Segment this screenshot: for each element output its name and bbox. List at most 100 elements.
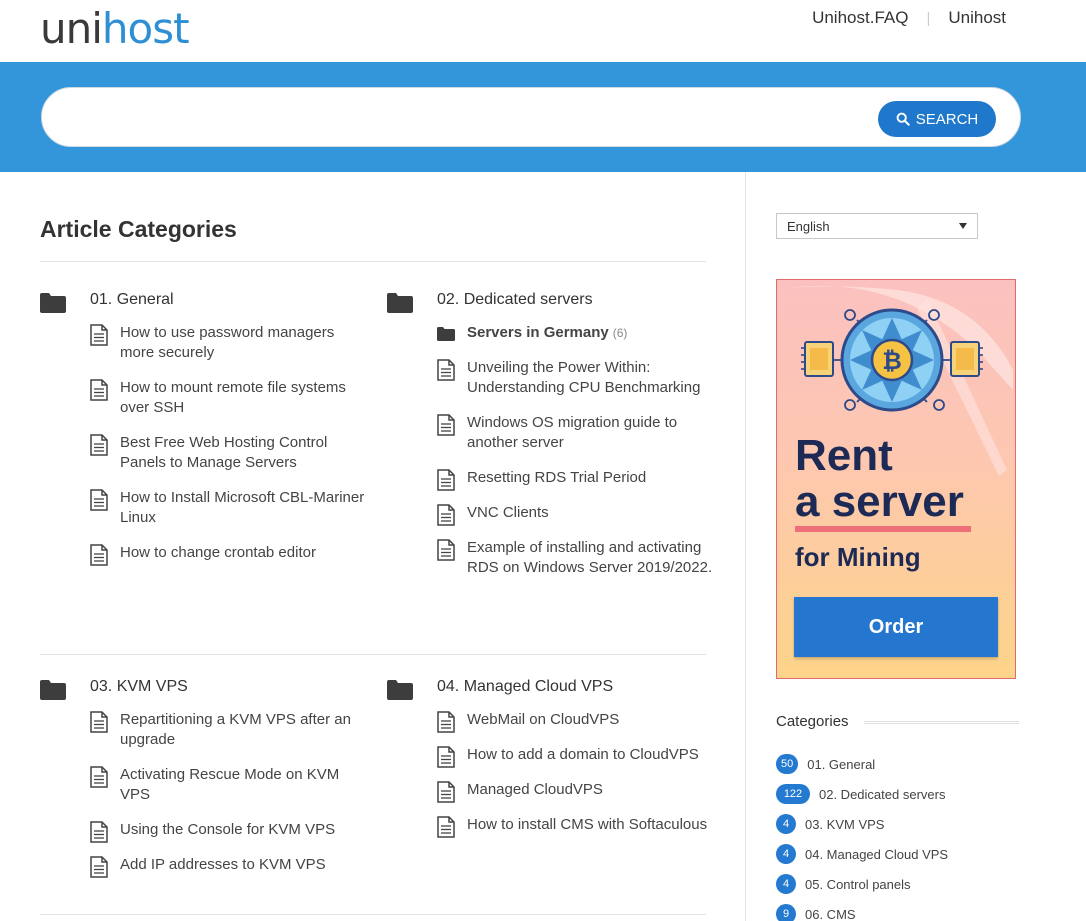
count-badge: 122 (776, 784, 810, 804)
ad-subheadline: for Mining (795, 542, 921, 572)
order-button[interactable]: Order (794, 597, 998, 657)
document-icon (437, 469, 455, 491)
folder-icon (40, 293, 66, 313)
category-title[interactable]: 02. Dedicated servers (437, 291, 593, 309)
article-link[interactable]: Example of installing and activating RDS… (387, 538, 717, 578)
sidebar-category-label: 01. General (807, 756, 876, 772)
document-icon (90, 711, 108, 733)
document-icon (90, 856, 108, 878)
top-header: unihost Unihost.FAQ | Unihost (0, 0, 1086, 62)
unihost-logo[interactable]: unihost (40, 4, 190, 54)
sidebar-category-kvm-vps[interactable]: 4 03. KVM VPS (776, 809, 948, 839)
search-box: SEARCH (41, 87, 1021, 147)
article-title: Unveiling the Power Within: Understandin… (467, 359, 701, 396)
subcategory-title: Servers in Germany (467, 324, 609, 341)
document-icon (437, 711, 455, 733)
category-managed-cloud-vps: 04. Managed Cloud VPS WebMail on CloudVP… (387, 678, 717, 850)
nav-link-faq[interactable]: Unihost.FAQ (812, 8, 908, 28)
bitcoin-miner-icon: ₿ (801, 308, 983, 412)
svg-text:₿: ₿ (882, 347, 902, 375)
sidebar-category-label: 04. Managed Cloud VPS (805, 846, 949, 862)
document-icon (437, 359, 455, 381)
top-nav: Unihost.FAQ | Unihost (812, 8, 1006, 28)
chevron-down-icon (959, 223, 967, 229)
nav-link-unihost[interactable]: Unihost (948, 8, 1006, 28)
subcategory-count: (6) (612, 326, 628, 340)
article-link[interactable]: Activating Rescue Mode on KVM VPS (40, 765, 370, 805)
article-title: How to add a domain to CloudVPS (467, 746, 699, 763)
sidebar-category-label: 05. Control panels (805, 876, 911, 892)
sidebar-category-managed-cloud-vps[interactable]: 4 04. Managed Cloud VPS (776, 839, 948, 869)
sidebar-category-label: 03. KVM VPS (805, 816, 885, 832)
divider (40, 261, 706, 262)
category-kvm-vps: 03. KVM VPS Repartitioning a KVM VPS aft… (40, 678, 370, 890)
document-icon (437, 816, 455, 838)
logo-text-uni: uni (40, 4, 103, 53)
subcategory-link[interactable]: Servers in Germany (6) (387, 323, 717, 343)
count-badge: 4 (776, 844, 796, 864)
categories-heading: Categories (776, 713, 849, 730)
article-title: WebMail on CloudVPS (467, 711, 620, 728)
sidebar-category-cms[interactable]: 9 06. CMS (776, 899, 948, 921)
search-button[interactable]: SEARCH (878, 101, 996, 137)
article-title: Repartitioning a KVM VPS after an upgrad… (120, 711, 351, 748)
document-icon (437, 781, 455, 803)
sidebar-category-dedicated-servers[interactable]: 122 02. Dedicated servers (776, 779, 948, 809)
category-title[interactable]: 04. Managed Cloud VPS (437, 678, 613, 696)
article-link[interactable]: How to install CMS with Softaculous (387, 815, 717, 838)
article-title: Best Free Web Hosting Control Panels to … (120, 434, 328, 471)
article-link[interactable]: VNC Clients (387, 503, 717, 526)
article-link[interactable]: Unveiling the Power Within: Understandin… (387, 358, 717, 398)
article-link[interactable]: How to mount remote file systems over SS… (40, 378, 370, 418)
article-title: How to Install Microsoft CBL-Mariner Lin… (120, 489, 365, 526)
divider (40, 654, 706, 655)
article-link[interactable]: How to use password managers more secure… (40, 323, 370, 363)
logo-text-host: host (101, 4, 190, 53)
article-title: Using the Console for KVM VPS (120, 821, 336, 838)
article-link[interactable]: How to add a domain to CloudVPS (387, 745, 717, 768)
category-title[interactable]: 01. General (90, 291, 174, 309)
search-input[interactable] (66, 102, 866, 134)
document-icon (437, 746, 455, 768)
article-title: How to mount remote file systems over SS… (120, 379, 346, 416)
article-title: How to install CMS with Softaculous (467, 816, 708, 833)
article-title: Example of installing and activating RDS… (467, 539, 713, 576)
language-select-value: English (787, 219, 830, 234)
divider (40, 914, 706, 915)
article-link[interactable]: Windows OS migration guide to another se… (387, 413, 717, 453)
ad-headline-line2: a server (795, 477, 964, 526)
sidebar-category-general[interactable]: 50 01. General (776, 749, 948, 779)
search-button-label: SEARCH (915, 110, 979, 128)
ad-headline-line1: Rent (795, 431, 893, 480)
search-icon (896, 112, 910, 126)
article-title: Activating Rescue Mode on KVM VPS (120, 766, 340, 803)
article-link[interactable]: How to change crontab editor (40, 543, 370, 566)
document-icon (90, 434, 108, 456)
nav-separator: | (926, 9, 931, 27)
article-link[interactable]: WebMail on CloudVPS (387, 710, 717, 733)
folder-icon (40, 680, 66, 700)
folder-icon (387, 680, 413, 700)
article-title: Windows OS migration guide to another se… (467, 414, 678, 451)
article-link[interactable]: Managed CloudVPS (387, 780, 717, 803)
categories-heading-rule (864, 721, 1019, 724)
article-link[interactable]: Using the Console for KVM VPS (40, 820, 370, 843)
sidebar-divider (745, 172, 746, 921)
sidebar-category-control-panels[interactable]: 4 05. Control panels (776, 869, 948, 899)
ad-underline (795, 526, 971, 532)
sidebar-category-label: 02. Dedicated servers (819, 786, 946, 802)
count-badge: 4 (776, 874, 796, 894)
document-icon (90, 544, 108, 566)
sidebar-category-label: 06. CMS (805, 906, 856, 921)
count-badge: 9 (776, 904, 796, 921)
language-select[interactable]: English (776, 213, 978, 239)
ad-banner[interactable]: ₿ Rent a server for Mining Order (776, 279, 1016, 679)
article-link[interactable]: Resetting RDS Trial Period (387, 468, 717, 491)
article-link[interactable]: Add IP addresses to KVM VPS (40, 855, 370, 878)
article-link[interactable]: How to Install Microsoft CBL-Mariner Lin… (40, 488, 370, 528)
document-icon (437, 539, 455, 561)
article-link[interactable]: Best Free Web Hosting Control Panels to … (40, 433, 370, 473)
article-link[interactable]: Repartitioning a KVM VPS after an upgrad… (40, 710, 370, 750)
page-title: Article Categories (40, 216, 237, 242)
category-title[interactable]: 03. KVM VPS (90, 678, 188, 696)
